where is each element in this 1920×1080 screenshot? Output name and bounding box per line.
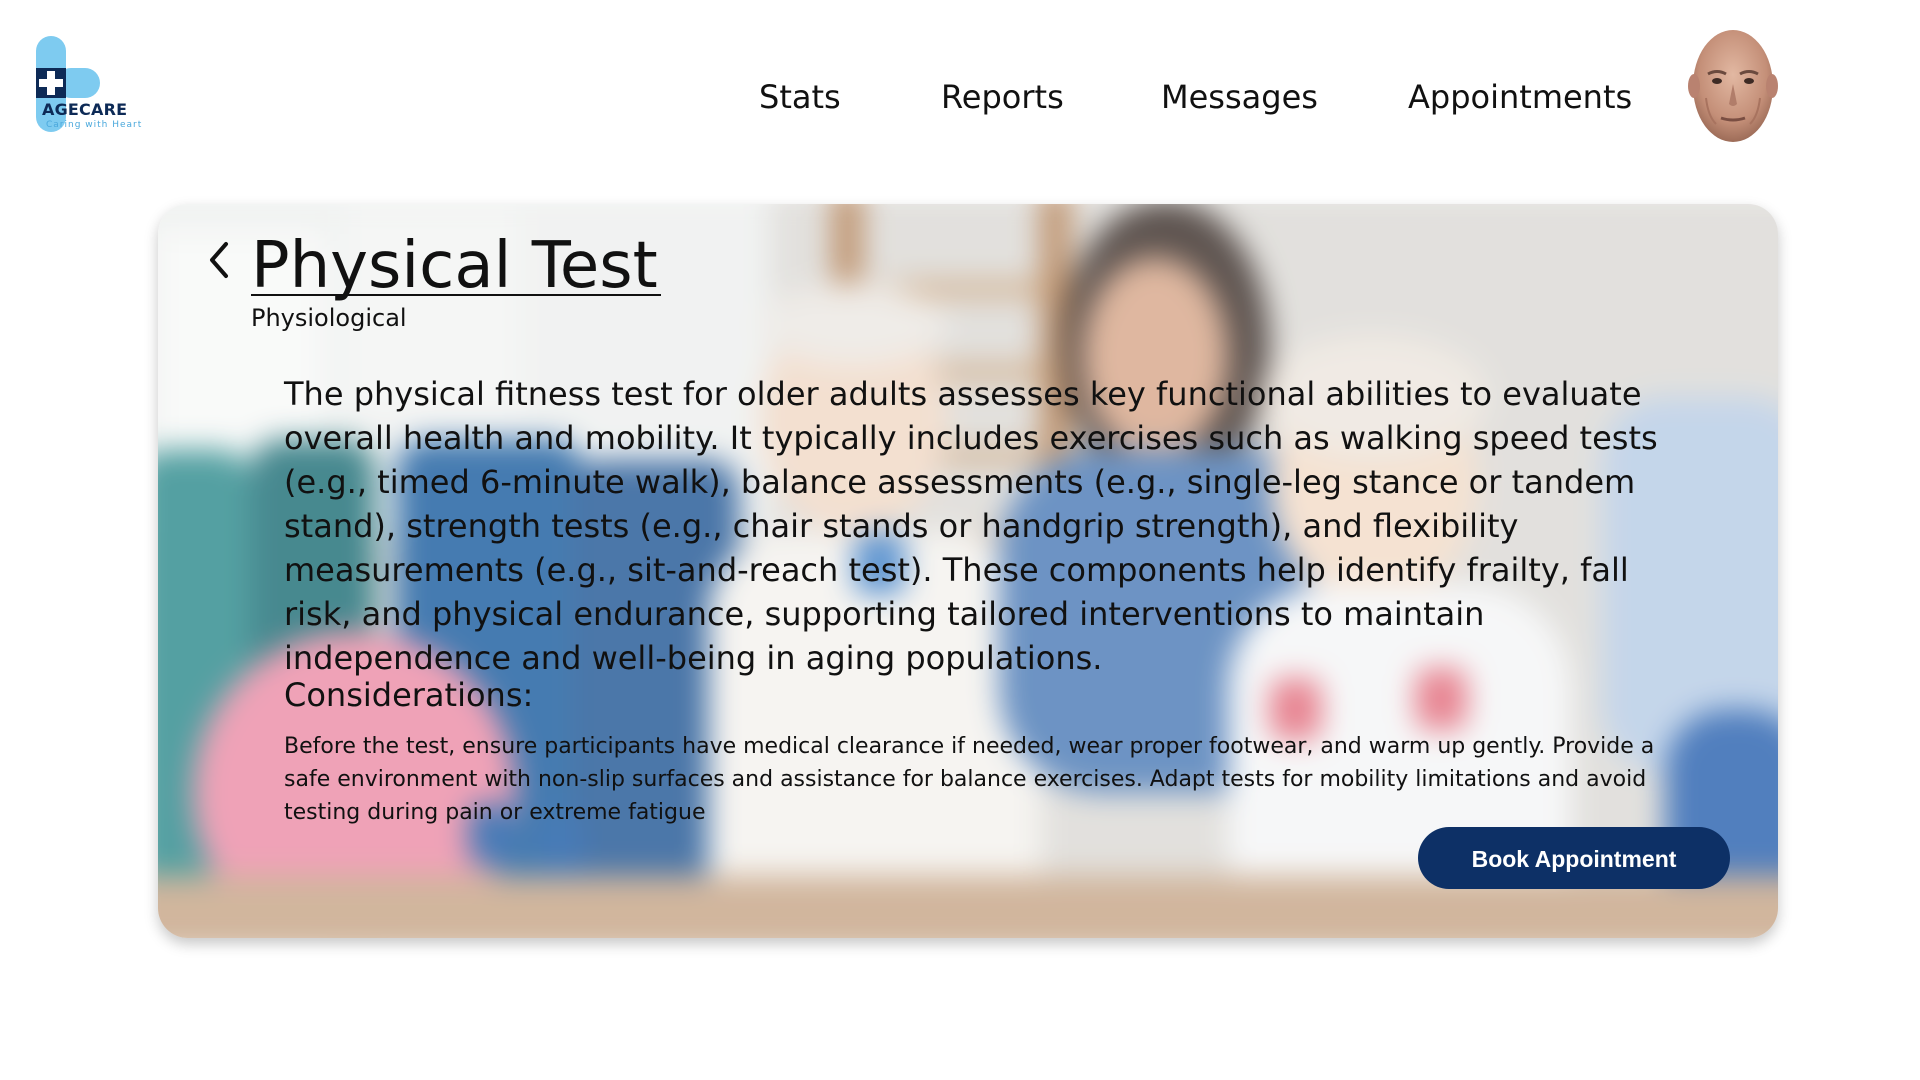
considerations-heading: Considerations: [284,676,534,714]
considerations-text: Before the test, ensure participants hav… [284,734,1655,825]
nav-item-messages[interactable]: Messages [1161,78,1318,116]
physical-test-card: Physical Test Physiological The physical… [158,204,1778,938]
back-button[interactable] [202,236,238,284]
chevron-left-icon [210,242,228,278]
book-appointment-button[interactable]: Book Appointment [1418,827,1730,889]
main-nav: Stats Reports Messages Appointments [0,78,1920,118]
nav-item-reports[interactable]: Reports [941,78,1064,116]
page-title: Physical Test [251,229,658,303]
title-underline [251,294,661,296]
test-description: The physical fitness test for older adul… [284,375,1658,677]
page-subtitle: Physiological [251,304,407,332]
nav-item-stats[interactable]: Stats [759,78,841,116]
user-avatar[interactable] [1686,28,1780,146]
card-content: Physical Test Physiological The physical… [158,204,1778,938]
elderly-man-avatar-icon [1686,28,1780,146]
logo-tagline: Caring with Heart [46,120,143,130]
nav-item-appointments[interactable]: Appointments [1408,78,1632,116]
